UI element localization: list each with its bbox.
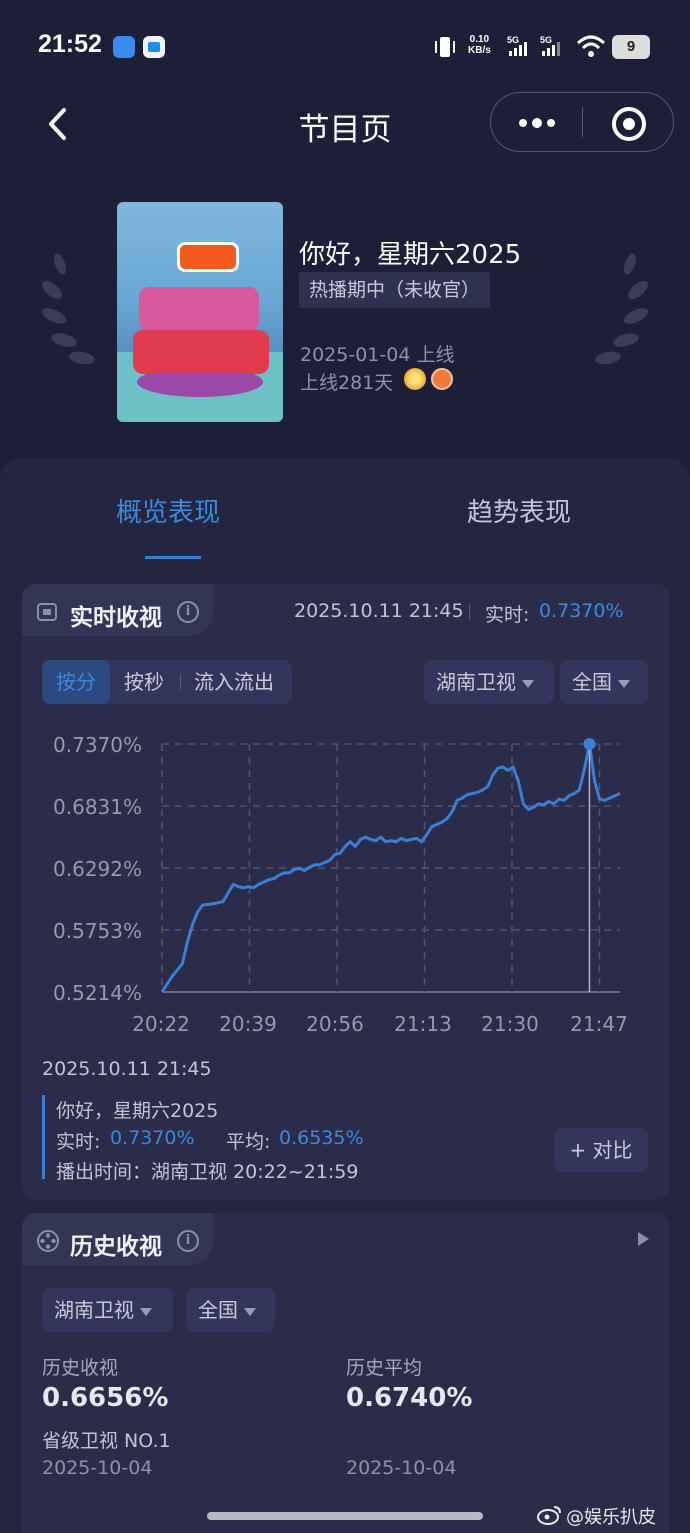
detail-show-name: 你好，星期六2025 (56, 1100, 219, 1122)
info-icon[interactable]: i (177, 1230, 199, 1252)
chevron-down-icon (244, 1307, 256, 1316)
weibo-watermark: @娱乐扒皮 (566, 1507, 656, 1528)
history-rating-date: 2025-10-04 (42, 1457, 153, 1479)
history-region-value: 全国 (198, 1298, 238, 1322)
play-icon[interactable] (636, 1231, 650, 1247)
realtime-rating-chart[interactable] (0, 0, 690, 1100)
history-channel-select[interactable]: 湖南卫视 (42, 1288, 173, 1332)
chevron-down-icon (140, 1307, 152, 1316)
detail-time: 2025.10.11 21:45 (42, 1058, 212, 1080)
data-point-marker (583, 738, 596, 750)
detail-bar (42, 1095, 45, 1179)
history-rating-value: 0.6656% (42, 1383, 169, 1413)
history-title: 历史收视 (70, 1234, 162, 1260)
compare-button[interactable]: + 对比 (554, 1128, 648, 1172)
detail-rt-label: 实时: (56, 1131, 101, 1153)
air-time: 播出时间：湖南卫视 20:22~21:59 (56, 1161, 359, 1183)
history-average-date: 2025-10-04 (346, 1457, 457, 1479)
detail-avg-value: 0.6535% (279, 1127, 364, 1149)
history-reel-icon (37, 1230, 59, 1252)
detail-rt-value: 0.7370% (110, 1127, 195, 1149)
weibo-icon (537, 1506, 561, 1525)
history-channel-value: 湖南卫视 (54, 1298, 134, 1322)
home-indicator[interactable] (207, 1512, 483, 1520)
detail-avg-label: 平均: (226, 1131, 271, 1153)
history-rank: 省级卫视 NO.1 (42, 1430, 171, 1452)
history-rating-label: 历史收视 (42, 1357, 119, 1379)
history-average-label: 历史平均 (346, 1357, 423, 1379)
history-region-select[interactable]: 全国 (186, 1288, 275, 1332)
history-average-value: 0.6740% (346, 1383, 473, 1413)
